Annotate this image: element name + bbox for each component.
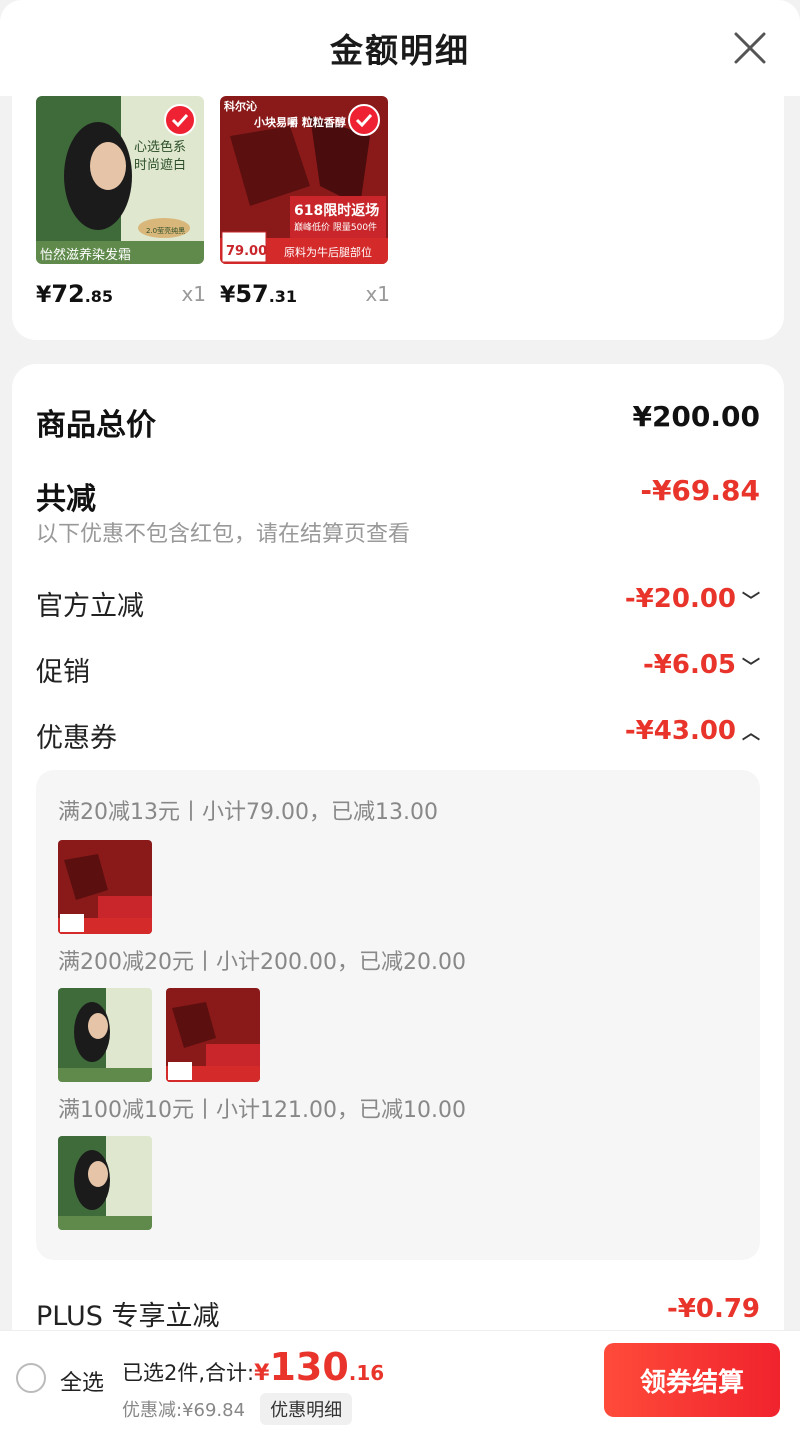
- coupon-rule-2: 满200减20元丨小计200.00，已减20.00: [58, 950, 466, 975]
- jerky-product-name: 原料为牛后腿部位: [284, 246, 372, 259]
- plus-discount-row: PLUS 专享立减 -¥0.79: [36, 1294, 760, 1333]
- coupon-products-3: [58, 1136, 152, 1230]
- product-image-hair-dye: 心选色系 时尚遮白 2.0莹亮纯黑 怡然滋养染发霜: [36, 96, 204, 264]
- official-discount-label: 官方立减: [36, 591, 144, 622]
- product-price-row: ¥57.31 x1: [220, 280, 390, 310]
- reduction-note: 以下优惠不包含红包，请在结算页查看: [36, 522, 411, 547]
- selected-check-icon[interactable]: [348, 104, 380, 136]
- jerky-promo-sub: 巅峰低价 限量500件: [294, 223, 378, 233]
- total-reduction-value: -¥69.84: [640, 474, 760, 507]
- product-price-row: ¥72.85 x1: [36, 280, 206, 310]
- price-detail-button[interactable]: 优惠明细: [260, 1393, 353, 1425]
- close-icon[interactable]: [732, 30, 768, 66]
- hair-dye-product-name: 怡然滋养染发霜: [40, 248, 132, 263]
- hair-dye-headline-1: 心选色系: [134, 140, 187, 155]
- jerky-headline: 小块易嚼 粒粒香醇: [254, 116, 346, 129]
- discount-summary-text: 优惠减:¥69.84: [122, 1400, 246, 1421]
- total-price-value: ¥200.00: [632, 400, 760, 433]
- jerky-price-tag: 79.00: [226, 244, 268, 259]
- price-currency: ¥: [36, 283, 52, 308]
- coupon-products-2: [58, 988, 260, 1082]
- price-currency: ¥: [220, 283, 236, 308]
- total-decimal: .16: [348, 1361, 385, 1385]
- product-item-beef-jerky[interactable]: 科尔沁 小块易嚼 粒粒香醇 618限时返场 巅峰低价 限量500件 79.00 …: [220, 96, 390, 308]
- coupon-product-thumb-hair-dye: [58, 1136, 152, 1230]
- promotion-label: 促销: [36, 657, 90, 688]
- selected-total: 已选2件,合计:¥130.16: [122, 1345, 384, 1389]
- official-discount-value: -¥20.00: [624, 584, 736, 614]
- coupon-product-thumb-hair-dye: [58, 988, 152, 1082]
- coupon-products-1: [58, 840, 152, 934]
- chevron-down-icon[interactable]: ﹀: [742, 653, 760, 679]
- total-price-label: 商品总价: [36, 408, 156, 443]
- select-all-label[interactable]: 全选: [60, 1365, 104, 1397]
- selected-count-label: 已选2件,合计:: [122, 1361, 255, 1385]
- hair-dye-headline-2: 时尚遮白: [134, 158, 187, 173]
- product-quantity: x1: [365, 282, 390, 306]
- price-integer: 72: [51, 280, 85, 308]
- plus-discount-label: PLUS 专享立减: [36, 1301, 220, 1332]
- hair-dye-badge: 2.0莹亮纯黑: [146, 227, 186, 235]
- promotion-row[interactable]: 促销 -¥6.05 ﹀: [36, 650, 760, 689]
- coupon-value: -¥43.00: [624, 716, 736, 746]
- coupon-label: 优惠券: [36, 723, 117, 754]
- total-price-row: 商品总价 ¥200.00: [36, 400, 760, 444]
- coupon-product-thumb-jerky: [166, 988, 260, 1082]
- official-discount-row[interactable]: 官方立减 -¥20.00 ﹀: [36, 584, 760, 623]
- product-image-beef-jerky: 科尔沁 小块易嚼 粒粒香醇 618限时返场 巅峰低价 限量500件 79.00 …: [220, 96, 388, 264]
- price-decimal: .31: [268, 287, 298, 306]
- product-item-hair-dye[interactable]: 心选色系 时尚遮白 2.0莹亮纯黑 怡然滋养染发霜 ¥72.85 x1: [36, 96, 206, 308]
- plus-discount-value: -¥0.79: [666, 1294, 760, 1324]
- checkout-button[interactable]: 领券结算: [604, 1343, 780, 1417]
- total-reduction-row: 共减 -¥69.84: [36, 474, 760, 518]
- modal-header: 金额明细: [0, 0, 800, 96]
- promotion-amount: -¥6.05 ﹀: [643, 650, 760, 680]
- selected-check-icon[interactable]: [164, 104, 196, 136]
- price-integer: 57: [235, 280, 269, 308]
- total-currency: ¥: [254, 1361, 270, 1386]
- chevron-down-icon[interactable]: ﹀: [742, 587, 760, 613]
- modal-title: 金额明细: [330, 31, 470, 70]
- jerky-promo: 618限时返场: [294, 203, 380, 219]
- official-discount-amount: -¥20.00 ﹀: [625, 584, 760, 614]
- select-all-radio[interactable]: [16, 1363, 46, 1393]
- chevron-up-icon[interactable]: ︿: [742, 719, 760, 745]
- coupon-rule-1: 满20减13元丨小计79.00，已减13.00: [58, 800, 438, 825]
- coupon-rule-3: 满100减10元丨小计121.00，已减10.00: [58, 1098, 466, 1123]
- coupon-product-thumb-jerky: [58, 840, 152, 934]
- jerky-brand: 科尔沁: [224, 100, 257, 113]
- coupon-detail-panel: 满20减13元丨小计79.00，已减13.00 满200减20元丨小计200.0…: [36, 770, 760, 1260]
- product-quantity: x1: [181, 282, 206, 306]
- total-integer: 130: [269, 1345, 349, 1389]
- coupon-row[interactable]: 优惠券 -¥43.00 ︿: [36, 716, 760, 755]
- product-card: 心选色系 时尚遮白 2.0莹亮纯黑 怡然滋养染发霜 ¥72.85 x1 科尔沁: [12, 96, 784, 340]
- price-decimal: .85: [84, 287, 114, 306]
- checkout-bar: 全选 已选2件,合计:¥130.16 优惠减:¥69.84 优惠明细 领券结算: [0, 1330, 800, 1434]
- price-breakdown-card: 商品总价 ¥200.00 共减 -¥69.84 以下优惠不包含红包，请在结算页查…: [12, 364, 784, 1434]
- total-reduction-label: 共减: [36, 482, 96, 517]
- discount-summary: 优惠减:¥69.84 优惠明细: [122, 1393, 353, 1425]
- coupon-amount: -¥43.00 ︿: [625, 716, 760, 746]
- promotion-value: -¥6.05: [642, 650, 736, 680]
